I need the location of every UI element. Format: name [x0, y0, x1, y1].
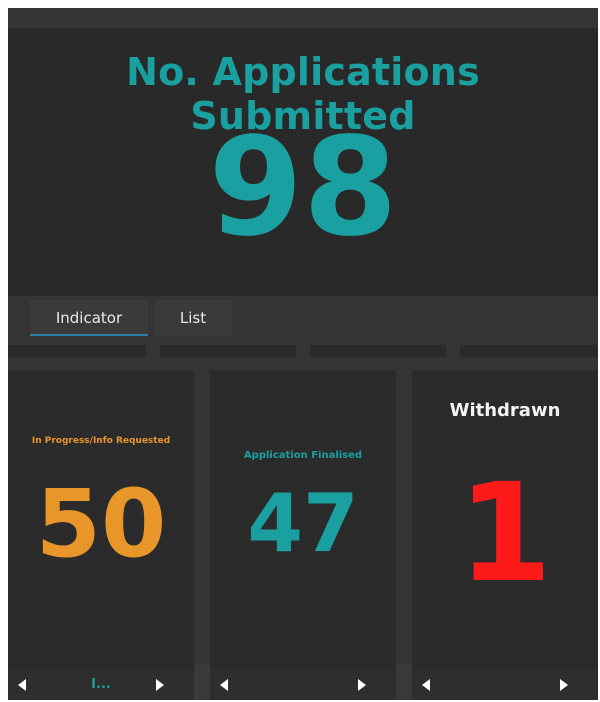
chevron-right-icon[interactable]	[358, 679, 366, 691]
card-value: 50	[35, 470, 167, 579]
indicator-value: 98	[208, 109, 398, 267]
card-title: In Progress/Info Requested	[31, 436, 171, 446]
tab-indicator[interactable]: Indicator	[30, 300, 148, 336]
tab-bar: Indicator List	[8, 296, 598, 340]
divider-block	[194, 664, 210, 700]
card-footer	[210, 670, 396, 700]
withdrawn-indicator: Withdrawn 1	[412, 370, 598, 700]
applications-submitted-indicator: No. Applications Submitted 98	[8, 28, 598, 296]
dashboard-frame: No. Applications Submitted 98 Indicator …	[8, 8, 598, 700]
card-footer	[412, 670, 598, 700]
application-finalised-indicator: Application Finalised 47	[210, 370, 396, 700]
tab-list[interactable]: List	[154, 300, 232, 336]
panel-stub	[310, 345, 446, 357]
card-value: 47	[247, 477, 359, 570]
chevron-right-icon[interactable]	[156, 679, 164, 691]
card-footer: I...	[8, 670, 194, 700]
chevron-left-icon[interactable]	[220, 679, 228, 691]
panel-stub	[160, 345, 296, 357]
footer-label: I...	[91, 677, 111, 692]
card-value: 1	[457, 455, 553, 613]
in-progress-indicator: In Progress/Info Requested 50 I...	[8, 370, 194, 700]
card-title: Application Finalised	[243, 450, 363, 461]
chevron-left-icon[interactable]	[422, 679, 430, 691]
divider-block	[396, 664, 412, 700]
chevron-right-icon[interactable]	[560, 679, 568, 691]
panel-stub	[460, 345, 598, 357]
card-title: Withdrawn	[449, 400, 561, 421]
panel-stub	[8, 345, 146, 357]
